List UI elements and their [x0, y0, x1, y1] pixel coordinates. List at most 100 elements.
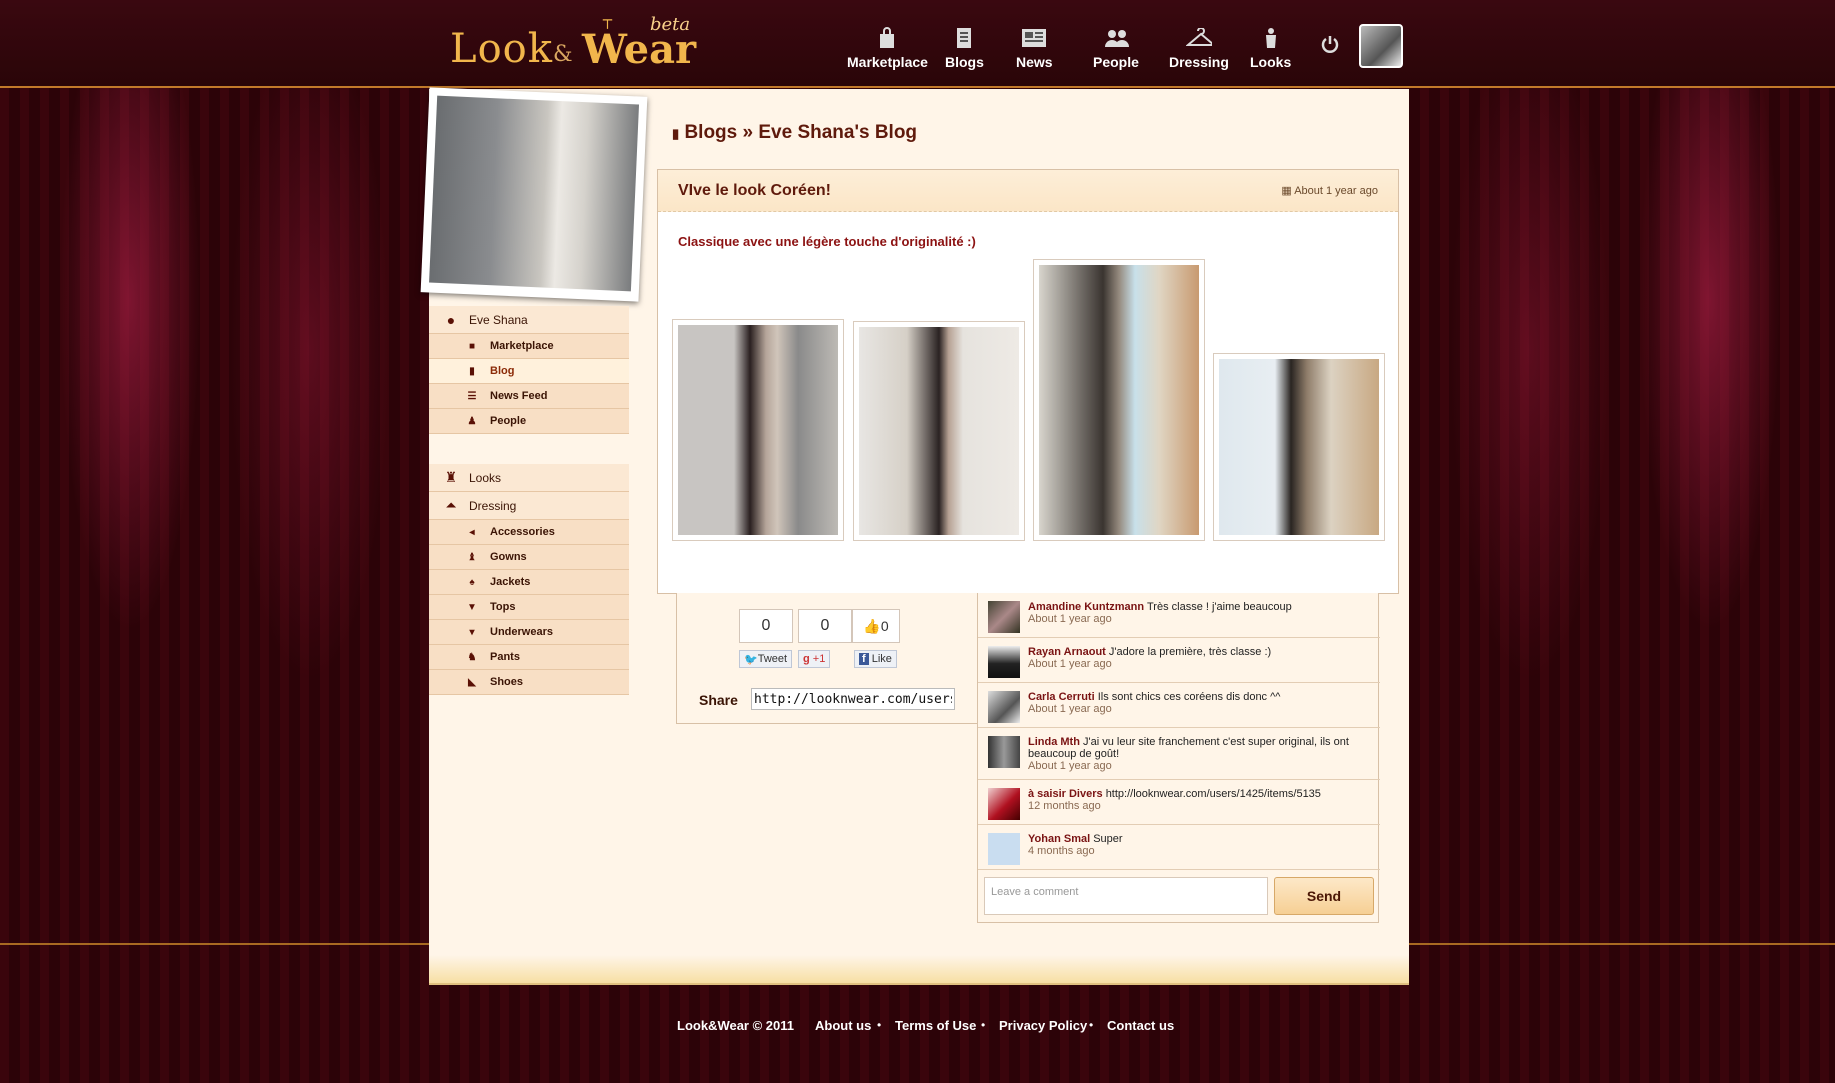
- nav-label: Marketplace: [847, 54, 928, 70]
- sidebar-item-label: Tops: [490, 601, 516, 613]
- sidebar-item-people[interactable]: ♟ People: [429, 409, 629, 434]
- nav-marketplace[interactable]: Marketplace: [847, 26, 928, 70]
- sidebar: ● Eve Shana ■ Marketplace ▮ Blog ☰ News Feed…: [429, 306, 629, 695]
- commenter-avatar[interactable]: [988, 646, 1020, 678]
- post-subtitle: Classique avec une légère touche d'origi…: [678, 234, 976, 249]
- sidebar-item-shoes[interactable]: ◣ Shoes: [429, 670, 629, 695]
- footer-contact-link[interactable]: Contact us: [1107, 1018, 1174, 1033]
- comment-body: Carla Cerruti Ils sont chics ces coréens…: [1028, 691, 1373, 715]
- commenter-name[interactable]: à saisir Divers: [1028, 788, 1103, 800]
- comment-time: 12 months ago: [1028, 800, 1101, 812]
- sidebar-item-tops[interactable]: ▼ Tops: [429, 595, 629, 620]
- sidebar-item-label: Marketplace: [490, 340, 554, 352]
- commenter-avatar[interactable]: [988, 691, 1020, 723]
- comment-input[interactable]: Leave a comment: [984, 877, 1268, 915]
- comment-item: à saisir Divers http://looknwear.com/use…: [978, 780, 1380, 825]
- look-and-wear-logo[interactable]: Look & ⸆ Wear beta: [450, 14, 696, 75]
- newspaper-icon: [1021, 26, 1047, 50]
- nav-label: Blogs: [945, 54, 984, 70]
- like-count-box: 👍 0: [852, 609, 900, 643]
- sidebar-item-news-feed[interactable]: ☰ News Feed: [429, 384, 629, 409]
- plusone-button[interactable]: g +1: [798, 650, 831, 668]
- sidebar-item-label: News Feed: [490, 390, 548, 402]
- share-url-field[interactable]: [751, 688, 955, 710]
- post-title[interactable]: VIve le look Coréen!: [678, 182, 831, 200]
- nav-label: People: [1093, 54, 1139, 70]
- sidebar-item-gowns[interactable]: ♝ Gowns: [429, 545, 629, 570]
- facebook-icon: f: [859, 653, 869, 665]
- like-button[interactable]: f Like: [854, 650, 897, 668]
- content-panel-bottom: [429, 955, 1409, 985]
- commenter-name[interactable]: Amandine Kuntzmann: [1028, 601, 1144, 613]
- shoe-icon: ◣: [468, 676, 476, 688]
- sidebar-item-label: Looks: [469, 470, 502, 485]
- commenter-name[interactable]: Rayan Arnaout: [1028, 646, 1106, 658]
- sidebar-item-user[interactable]: ● Eve Shana: [429, 306, 629, 334]
- sidebar-item-label: Blog: [490, 365, 515, 377]
- people-icon: ♟: [467, 415, 477, 427]
- footer-separator: •: [1089, 1018, 1094, 1032]
- nav-news[interactable]: News: [1016, 26, 1053, 70]
- nav-dressing[interactable]: Dressing: [1169, 26, 1229, 70]
- sidebar-item-label: People: [490, 415, 527, 427]
- nav-looks[interactable]: Looks: [1250, 26, 1291, 70]
- post-photo-2[interactable]: [853, 321, 1025, 541]
- comment-time: About 1 year ago: [1028, 658, 1112, 670]
- power-icon[interactable]: [1320, 34, 1340, 54]
- twitter-icon: 🐦: [744, 653, 758, 666]
- nav-people[interactable]: People: [1093, 26, 1139, 70]
- comment-text: J'adore la première, très classe :): [1108, 646, 1272, 658]
- nav-blogs[interactable]: Blogs: [945, 26, 984, 70]
- commenter-name[interactable]: Yohan Smal: [1028, 833, 1090, 845]
- sidebar-item-pants[interactable]: ♞ Pants: [429, 645, 629, 670]
- commenter-avatar[interactable]: [988, 736, 1020, 768]
- blog-icon: ▮: [469, 365, 475, 377]
- blog-icon: ▮: [672, 126, 680, 141]
- footer-privacy-link[interactable]: Privacy Policy: [999, 1018, 1087, 1033]
- sidebar-item-blog[interactable]: ▮ Blog: [429, 359, 629, 384]
- sidebar-item-looks[interactable]: ♜ Looks: [429, 464, 629, 492]
- comment-time: About 1 year ago: [1028, 760, 1112, 772]
- send-button[interactable]: Send: [1274, 877, 1374, 915]
- post-date-text: About 1 year ago: [1294, 185, 1378, 197]
- comment-item: Carla Cerruti Ils sont chics ces coréens…: [978, 683, 1380, 728]
- jacket-icon: ♠: [469, 576, 475, 588]
- post-photo-4[interactable]: [1213, 353, 1385, 541]
- post-header: VIve le look Coréen! ▦ About 1 year ago: [658, 170, 1398, 212]
- plusone-count: 0: [798, 609, 852, 643]
- comment-text: Super: [1093, 833, 1123, 845]
- sidebar-item-marketplace[interactable]: ■ Marketplace: [429, 334, 629, 359]
- breadcrumb-blogs-link[interactable]: Blogs: [684, 122, 737, 143]
- commenter-name[interactable]: Carla Cerruti: [1028, 691, 1095, 703]
- commenter-avatar[interactable]: [988, 601, 1020, 633]
- tweet-button[interactable]: 🐦 Tweet: [739, 650, 793, 668]
- gown-icon: ♝: [467, 551, 477, 563]
- post-photo-1[interactable]: [672, 319, 844, 541]
- comment-item: Linda Mth J'ai vu leur site franchement …: [978, 728, 1380, 780]
- profile-photo[interactable]: [420, 87, 648, 302]
- like-label: Like: [871, 653, 892, 665]
- commenter-avatar[interactable]: [988, 788, 1020, 820]
- logo-amp-text: &: [553, 42, 573, 67]
- footer-terms-link[interactable]: Terms of Use: [895, 1018, 976, 1033]
- user-avatar[interactable]: [1359, 24, 1403, 68]
- comment-text: Ils sont chics ces coréens dis donc ^^: [1097, 691, 1281, 703]
- social-share-box: 0 0 👍 0 🐦 Tweet g +1 f Like Share: [676, 593, 978, 724]
- comment-body: Amandine Kuntzmann Très classe ! j'aime …: [1028, 601, 1373, 625]
- comment-body: à saisir Divers http://looknwear.com/use…: [1028, 788, 1373, 812]
- post-photo-image: [678, 325, 838, 535]
- profile-photo-image: [429, 95, 640, 292]
- sidebar-item-jackets[interactable]: ♠ Jackets: [429, 570, 629, 595]
- post-photo-image: [1219, 359, 1379, 535]
- commenter-avatar[interactable]: [988, 833, 1020, 865]
- comment-time: 4 months ago: [1028, 845, 1095, 857]
- sidebar-item-accessories[interactable]: ◂ Accessories: [429, 520, 629, 545]
- commenter-name[interactable]: Linda Mth: [1028, 736, 1080, 748]
- footer-about-link[interactable]: About us: [815, 1018, 871, 1033]
- sidebar-item-label: Underwears: [490, 626, 553, 638]
- post-photo-3[interactable]: [1033, 259, 1205, 541]
- comment-time: About 1 year ago: [1028, 703, 1112, 715]
- post-date: ▦ About 1 year ago: [1281, 184, 1378, 197]
- sidebar-item-underwears[interactable]: ▾ Underwears: [429, 620, 629, 645]
- sidebar-item-dressing[interactable]: ⏶ Dressing: [429, 492, 629, 520]
